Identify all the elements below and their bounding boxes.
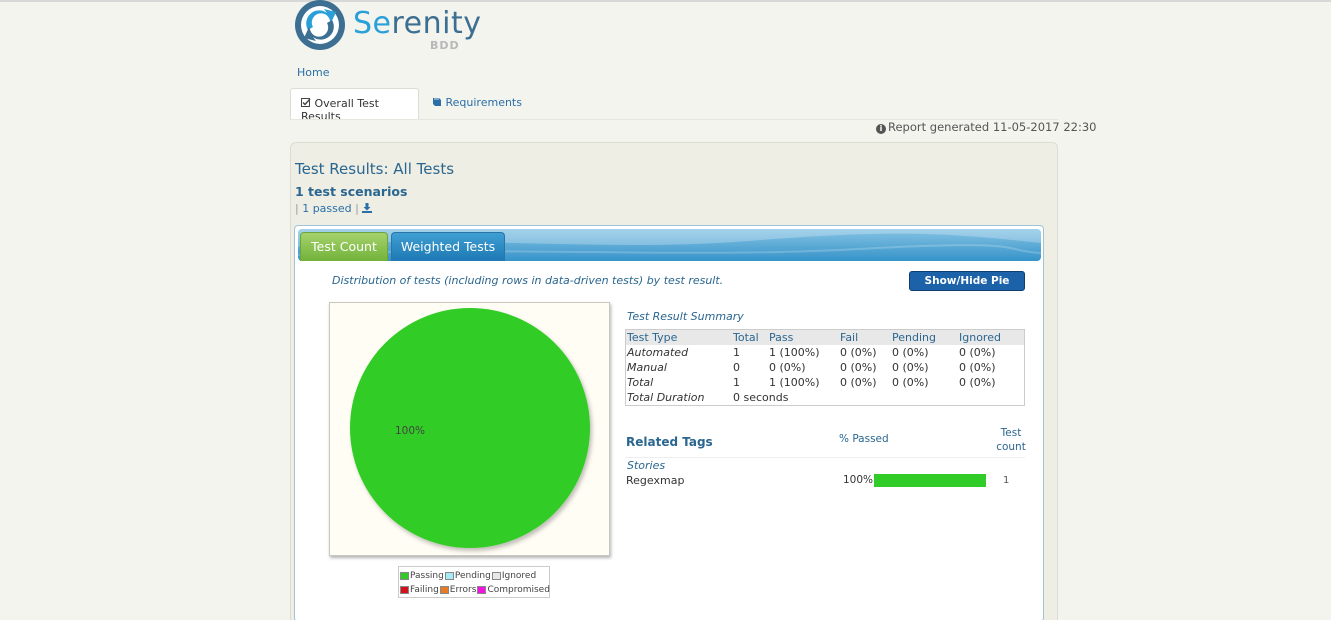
tab-overall-test-results[interactable]: Overall Test Results [290, 88, 419, 123]
passed-link[interactable]: 1 passed [302, 202, 351, 215]
legend-item-passing: Passing [400, 571, 444, 581]
breadcrumb-home-link[interactable]: Home [297, 66, 329, 79]
report-generated-text: Report generated 11-05-2017 22:30 [888, 120, 1097, 134]
divider [625, 457, 1025, 458]
summary-row-automated: Automated 1 1 (100%) 0 (0%) 0 (0%) 0 (0%… [626, 345, 1024, 360]
download-icon[interactable] [362, 203, 373, 213]
pie-legend: Passing Pending Ignored Failing Errors C… [398, 566, 550, 598]
row-cell: 1 [733, 346, 740, 359]
header-cell: Total [733, 331, 759, 344]
tag-progress-bar [874, 474, 986, 487]
legend-row: Failing Errors Compromised [400, 583, 550, 597]
summary-table: Test Type Total Pass Fail Pending Ignore… [625, 329, 1025, 406]
legend-swatch [439, 586, 449, 594]
summary-row-manual: Manual 0 0 (0%) 0 (0%) 0 (0%) 0 (0%) [626, 360, 1024, 375]
legend-swatch [400, 586, 409, 594]
row-cell: 0 (0%) [769, 361, 806, 374]
row-cell: 0 (0%) [959, 346, 996, 359]
scenario-count: 1 test scenarios [295, 184, 408, 199]
row-cell: 1 (100%) [769, 376, 820, 389]
pie-chart [329, 302, 610, 556]
pie-slice-passing [350, 308, 590, 548]
legend-item-compromised: Compromised [477, 585, 550, 595]
legend-label: Pending [454, 571, 491, 581]
row-cell: 1 [733, 376, 740, 389]
info-icon: i [876, 124, 886, 134]
tab-requirements[interactable]: Requirements [432, 96, 522, 109]
summary-title: Test Result Summary [627, 310, 744, 323]
row-cell: 0 [733, 361, 740, 374]
header-cell: Pass [769, 331, 794, 344]
duration-value: 0 seconds [733, 391, 789, 404]
legend-label: Failing [410, 585, 439, 595]
summary-row-duration: Total Duration 0 seconds [626, 390, 1024, 405]
tag-percent: 100% [843, 474, 874, 486]
legend-swatch [477, 586, 487, 594]
row-cell: 0 (0%) [840, 361, 877, 374]
header-cell: Fail [840, 331, 859, 344]
tag-count: 1 [1003, 475, 1010, 486]
row-cell: Manual [627, 361, 667, 374]
summary-header-row: Test Type Total Pass Fail Pending Ignore… [626, 330, 1024, 345]
legend-label: Compromised [487, 585, 550, 595]
report-generated: i Report generated 11-05-2017 22:30 [876, 120, 1096, 134]
row-cell: 0 (0%) [959, 376, 996, 389]
distribution-caption: Distribution of tests (including rows in… [332, 274, 724, 287]
related-tags-title: Related Tags [626, 435, 713, 449]
toggle-pie-chart-button[interactable]: Show/Hide Pie Chart [909, 271, 1025, 305]
row-cell: Total [627, 376, 654, 389]
pie-slice-label: 100% [395, 425, 426, 437]
row-cell: 0 (0%) [840, 346, 877, 359]
row-cell: 1 (100%) [769, 346, 820, 359]
serenity-logo-icon [295, 0, 345, 50]
passed-summary: | 1 passed | [295, 202, 373, 215]
legend-label: Passing [410, 571, 444, 581]
tab-label: Requirements [445, 96, 522, 109]
legend-item-errors: Errors [439, 585, 477, 595]
legend-label: Ignored [501, 571, 537, 581]
tag-group-stories: Stories [627, 459, 666, 472]
legend-row: Passing Pending Ignored [400, 569, 548, 583]
tab-test-count[interactable]: Test Count [300, 232, 388, 261]
book-icon [433, 98, 441, 106]
related-tags-passed-header: % Passed [839, 433, 889, 445]
row-cell: 0 (0%) [892, 346, 929, 359]
row-cell: Automated [627, 346, 689, 359]
tag-link-regexmap[interactable]: Regexmap [626, 474, 684, 487]
related-tags-count-header: Test count [996, 427, 1026, 453]
duration-label: Total Duration [627, 391, 705, 404]
summary-row-total: Total 1 1 (100%) 0 (0%) 0 (0%) 0 (0%) [626, 375, 1024, 390]
logo-wordmark: Serenity [353, 6, 482, 41]
row-cell: 0 (0%) [892, 361, 929, 374]
legend-label: Errors [449, 585, 477, 595]
tab-weighted-tests[interactable]: Weighted Tests [391, 232, 505, 261]
header-cell: Ignored [959, 331, 1001, 344]
row-cell: 0 (0%) [840, 376, 877, 389]
legend-swatch [400, 572, 409, 580]
legend-item-ignored: Ignored [491, 571, 537, 581]
header-cell: Test Type [627, 331, 678, 344]
row-cell: 0 (0%) [892, 376, 929, 389]
legend-item-failing: Failing [400, 585, 439, 595]
check-square-icon [301, 98, 311, 107]
page-title: Test Results: All Tests [295, 160, 455, 178]
legend-swatch [491, 572, 501, 580]
legend-item-pending: Pending [444, 571, 491, 581]
logo-subtitle: BDD [430, 39, 460, 52]
row-cell: 0 (0%) [959, 361, 996, 374]
tag-progress-fill [874, 474, 986, 487]
legend-swatch [444, 572, 454, 580]
header-cell: Pending [892, 331, 936, 344]
